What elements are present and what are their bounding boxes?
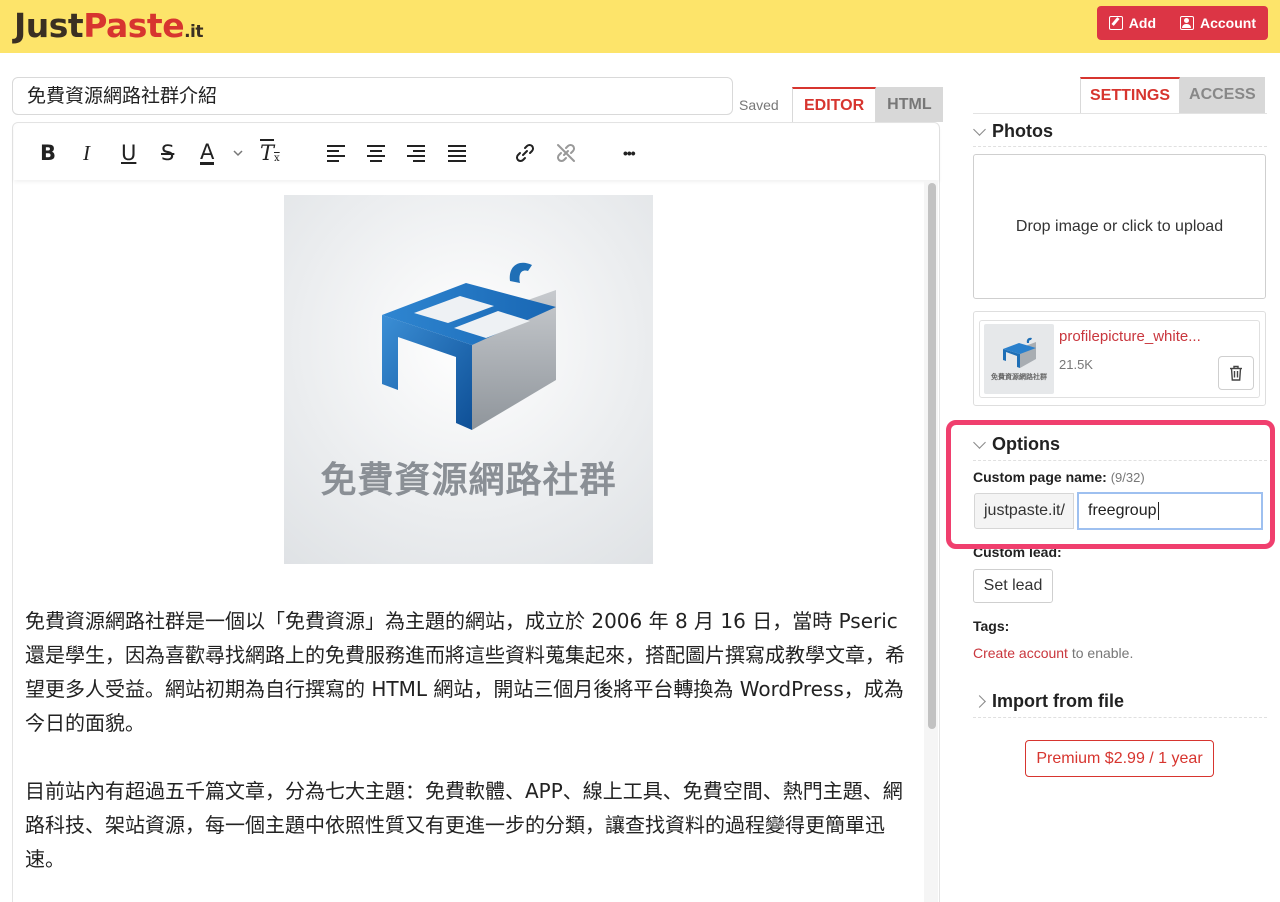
import-heading: Import from file (992, 691, 1125, 711)
editor-toolbar: B I U S A Tx ••• (14, 124, 939, 180)
cube-logo-icon (382, 262, 556, 430)
custom-page-name-text: Custom page name: (973, 469, 1107, 485)
justpaste-logo[interactable]: JustPaste.it (14, 6, 203, 45)
clear-format-icon: T (260, 141, 275, 165)
tab-html[interactable]: HTML (876, 87, 943, 122)
photos-divider (973, 146, 1267, 147)
delete-file-button[interactable] (1218, 356, 1254, 390)
custom-page-name-value: freegroup (1088, 502, 1157, 519)
photos-section-header[interactable]: Photos (973, 121, 1053, 142)
more-icon: ••• (623, 145, 636, 161)
custom-page-name-counter: (9/32) (1110, 470, 1145, 485)
strikethrough-icon: S (161, 141, 175, 165)
custom-page-name-input[interactable]: freegroup (1077, 492, 1263, 530)
dropzone-text: Drop image or click to upload (1015, 218, 1224, 235)
account-button[interactable]: Account (1168, 6, 1268, 40)
editor-scrollbar-thumb[interactable] (928, 183, 936, 729)
add-button[interactable]: Add (1097, 6, 1168, 40)
italic-button[interactable]: I (83, 141, 90, 165)
font-color-icon: A (200, 139, 215, 164)
photos-heading: Photos (992, 121, 1053, 141)
text-caret (1157, 502, 1159, 520)
align-justify-icon (448, 145, 466, 162)
font-color-button[interactable]: A (200, 139, 215, 165)
logo-paste: Paste (83, 6, 185, 45)
import-section-header[interactable]: Import from file (973, 691, 1125, 712)
more-options-button[interactable]: ••• (623, 141, 636, 165)
unlink-icon (556, 143, 576, 163)
create-account-link[interactable]: Create account (973, 645, 1068, 661)
underline-icon: U (121, 141, 137, 165)
header-button-group: Add Account (1096, 6, 1268, 40)
logo-tld: .it (184, 22, 203, 42)
align-right-icon (407, 145, 425, 162)
edit-icon (1108, 16, 1123, 30)
tags-label: Tags: (973, 618, 1010, 634)
thumbnail-logo-icon (1003, 337, 1036, 368)
unlink-button[interactable] (555, 141, 577, 165)
thumbnail-caption: 免費資源網路社群 (991, 374, 1047, 381)
set-lead-button[interactable]: Set lead (973, 569, 1053, 603)
strikethrough-button[interactable]: S (161, 141, 174, 165)
content-paragraph-2: 目前站內有超過五千篇文章，分為七大主題：免費軟體、APP、線上工具、免費空間、熱… (25, 779, 903, 871)
underline-button[interactable]: U (121, 141, 136, 165)
chevron-down-icon (973, 122, 986, 136)
editor-mode-tabs: EDITOR HTML (792, 87, 943, 122)
chevron-right-icon (973, 695, 986, 708)
trash-icon (1230, 365, 1242, 381)
file-size: 21.5K (1059, 357, 1093, 372)
add-button-label: Add (1128, 15, 1156, 31)
image-dropzone[interactable]: Drop image or click to upload (973, 154, 1266, 299)
premium-button[interactable]: Premium $2.99 / 1 year (1025, 740, 1214, 777)
align-left-icon (327, 145, 345, 162)
insert-link-button[interactable] (514, 141, 536, 165)
tags-note-suffix: to enable. (1067, 645, 1134, 661)
file-name-link[interactable]: profilepicture_white... (1059, 328, 1201, 345)
saved-status: Saved (739, 97, 779, 113)
top-header: JustPaste.it Add Account (0, 0, 1280, 53)
tab-access[interactable]: ACCESS (1180, 77, 1265, 113)
chevron-down-icon (233, 150, 243, 157)
tab-editor[interactable]: EDITOR (792, 87, 877, 122)
align-center-icon (367, 145, 385, 162)
file-thumbnail[interactable]: 免費資源網路社群 (984, 324, 1054, 394)
account-button-label: Account (1200, 15, 1256, 31)
sidebar-tabs: SETTINGS ACCESS (1080, 77, 1265, 113)
logo-caption-text: 免費資源網路社群 (320, 460, 617, 501)
italic-icon: I (83, 140, 90, 165)
user-icon (1180, 16, 1194, 30)
options-divider (973, 460, 1267, 461)
options-section-header[interactable]: Options (973, 434, 1060, 455)
font-color-dropdown[interactable] (232, 141, 244, 165)
clear-format-button[interactable]: Tx (260, 141, 280, 165)
import-divider (973, 717, 1267, 718)
align-left-button[interactable] (326, 141, 346, 165)
bold-icon: B (40, 141, 57, 165)
link-icon (515, 143, 535, 163)
custom-lead-label: Custom lead: (973, 549, 1062, 559)
align-right-button[interactable] (406, 141, 426, 165)
custom-page-name-label: Custom page name: (9/32) (973, 469, 1145, 485)
tags-note: Create account to enable. (973, 645, 1133, 661)
sidebar-divider (973, 113, 1267, 114)
options-heading: Options (992, 434, 1060, 454)
align-center-button[interactable] (366, 141, 386, 165)
url-prefix: justpaste.it/ (974, 493, 1074, 529)
content-paragraph-1: 免費資源網路社群是一個以「免費資源」為主題的網站，成立於 2006 年 8 月 … (25, 609, 905, 735)
inserted-logo-image[interactable]: 免費資源網路社群 (284, 195, 653, 564)
bold-button[interactable]: B (40, 141, 56, 165)
title-input[interactable]: 免費資源網路社群介紹 (12, 77, 733, 115)
chevron-down-icon (973, 435, 986, 449)
logo-just: Just (14, 6, 84, 45)
align-justify-button[interactable] (447, 141, 467, 165)
tab-settings[interactable]: SETTINGS (1080, 77, 1181, 113)
